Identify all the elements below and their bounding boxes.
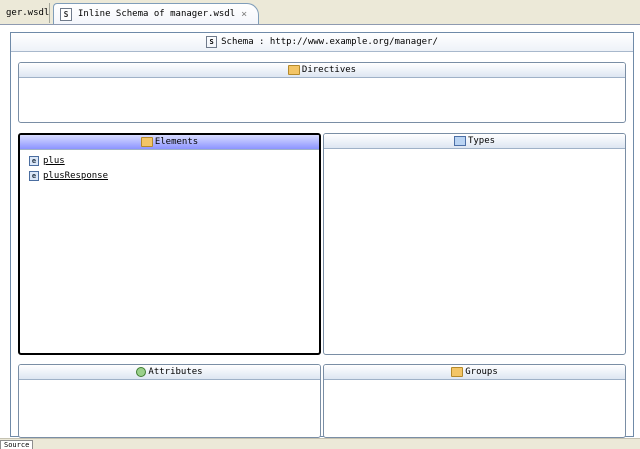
list-item[interactable]: e plus — [29, 153, 319, 168]
directives-header: Directives — [19, 63, 625, 78]
element-label[interactable]: plus — [43, 156, 65, 166]
directives-section[interactable]: Directives — [18, 62, 626, 123]
list-item[interactable]: e plusResponse — [29, 168, 319, 183]
schema-icon: S — [206, 36, 218, 48]
section-title: Types — [467, 136, 496, 146]
groups-header: Groups — [324, 365, 625, 380]
editor-tab-bar: ger.wsdl S Inline Schema of manager.wsdl… — [0, 0, 640, 25]
element-icon: e — [29, 155, 39, 166]
groups-section[interactable]: Groups — [323, 364, 626, 438]
element-label[interactable]: plusResponse — [43, 171, 108, 181]
schema-container: S Schema : http://www.example.org/manage… — [10, 32, 634, 438]
element-icon: e — [29, 170, 39, 181]
editor-area: S Schema : http://www.example.org/manage… — [0, 25, 640, 438]
elements-section[interactable]: Elements e plus e plusResponse — [18, 133, 321, 355]
section-title: Attributes — [148, 367, 203, 377]
tab-label: ger.wsdl — [6, 8, 50, 18]
attribute-icon — [136, 367, 147, 377]
schema-icon: S — [60, 7, 72, 21]
tab-label: Inline Schema of manager.wsdl — [78, 9, 236, 19]
section-title: Directives — [301, 65, 357, 75]
elements-list: e plus e plusResponse — [20, 150, 319, 183]
types-section[interactable]: Types — [323, 133, 626, 355]
folder-icon — [287, 65, 300, 75]
attributes-section[interactable]: Attributes — [18, 364, 321, 438]
tab-manager-wsdl[interactable]: ger.wsdl — [0, 3, 50, 23]
schema-title: Schema : http://www.example.org/manager/ — [221, 37, 438, 47]
attributes-header: Attributes — [19, 365, 320, 380]
elements-header: Elements — [20, 135, 319, 150]
folder-icon — [451, 367, 464, 377]
source-tab[interactable]: Source — [0, 440, 34, 449]
tab-inline-schema[interactable]: S Inline Schema of manager.wsdl × — [53, 3, 259, 24]
types-header: Types — [324, 134, 625, 149]
close-icon[interactable]: × — [241, 9, 247, 20]
folder-icon — [140, 137, 153, 147]
types-icon — [453, 136, 466, 146]
section-title: Elements — [154, 137, 199, 147]
section-title: Groups — [465, 367, 498, 377]
schema-header: S Schema : http://www.example.org/manage… — [11, 33, 633, 52]
